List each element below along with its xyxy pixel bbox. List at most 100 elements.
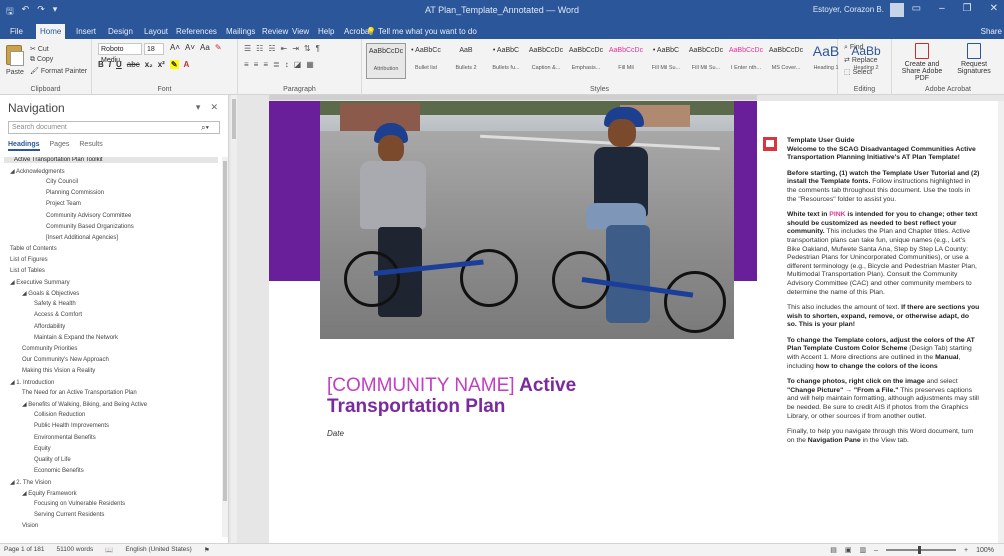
tab-layout[interactable]: Layout	[140, 24, 172, 39]
subscript-button[interactable]: x₂	[145, 60, 153, 69]
zoom-level[interactable]: 100%	[976, 547, 994, 554]
nav-heading-item[interactable]: Environmental Benefits	[34, 435, 96, 441]
font-name-field[interactable]: Roboto Mediu	[98, 43, 142, 64]
close-pane-icon[interactable]: ✕	[210, 102, 218, 113]
zoom-knob[interactable]	[918, 546, 921, 554]
style-item[interactable]: • AaBbCc Bullet list	[406, 43, 446, 79]
style-item[interactable]: AaBbCcDc Emphasis...	[566, 43, 606, 79]
accessibility-icon[interactable]: ⚑	[204, 546, 210, 554]
search-icon[interactable]: ⌕▾	[201, 122, 209, 134]
decrease-indent-icon[interactable]: ⇤	[281, 44, 288, 53]
nav-heading-item[interactable]: City Council	[46, 179, 78, 185]
search-document-input[interactable]: Search document ⌕▾	[8, 121, 220, 134]
comment-icon[interactable]	[763, 137, 777, 151]
page-count[interactable]: Page 1 of 181	[4, 546, 44, 554]
nav-heading-item[interactable]: Making this Vision a Reality	[22, 368, 95, 374]
restore-icon[interactable]: ❐	[963, 3, 972, 14]
tab-references[interactable]: References	[172, 24, 221, 39]
user-name[interactable]: Estoyer, Corazon B.	[813, 5, 884, 14]
increase-indent-icon[interactable]: ⇥	[292, 44, 299, 53]
nav-heading-item[interactable]: ◢ Benefits of Walking, Biking, and Being…	[22, 401, 147, 408]
ribbon-display-icon[interactable]: ▭	[912, 3, 921, 14]
shading-icon[interactable]: ◪	[294, 60, 302, 69]
paste-icon[interactable]	[6, 45, 24, 66]
nav-heading-item[interactable]: Community Advisory Committee	[46, 213, 131, 219]
nav-heading-item[interactable]: Focusing on Vulnerable Residents	[34, 501, 125, 507]
font-size-field[interactable]: 18	[144, 43, 164, 55]
clear-format-icon[interactable]: ✎	[215, 43, 222, 52]
nav-scrollbar[interactable]	[222, 157, 228, 537]
comment-body[interactable]: Template User Guide Welcome to the SCAG D…	[787, 137, 980, 452]
style-item[interactable]: AaBbCcDc Attribution	[366, 43, 406, 79]
nav-heading-item[interactable]: Active Transportation Plan Toolkit	[4, 157, 218, 163]
language[interactable]: English (United States)	[125, 546, 191, 554]
strikethrough-button[interactable]: abc	[127, 60, 140, 69]
nav-heading-item[interactable]: ◢ Equity Framework	[22, 490, 77, 497]
nav-heading-item[interactable]: Collision Reduction	[34, 412, 85, 418]
multilevel-icon[interactable]: ☵	[268, 44, 275, 53]
request-signatures-button[interactable]: Request Signatures	[950, 43, 998, 75]
style-item[interactable]: AaBbCcDc Fill Mil Su...	[686, 43, 726, 79]
find-button[interactable]: ⌕ Find	[844, 44, 864, 52]
style-item[interactable]: AaBbCcDc I Enter nth...	[726, 43, 766, 79]
zoom-in-icon[interactable]: +	[964, 547, 968, 554]
paste-button[interactable]: Paste	[6, 69, 24, 76]
close-icon[interactable]: ✕	[990, 3, 998, 14]
zoom-out-icon[interactable]: –	[874, 547, 878, 554]
nav-heading-item[interactable]: Vision	[22, 523, 38, 529]
bullets-icon[interactable]: ☰	[244, 44, 251, 53]
style-item[interactable]: AaBbCcDc Fill Mil	[606, 43, 646, 79]
cover-photo[interactable]	[320, 101, 734, 339]
tab-headings[interactable]: Headings	[8, 141, 40, 151]
nav-heading-item[interactable]: Project Team	[46, 201, 81, 207]
nav-heading-item[interactable]: The Need for an Active Transportation Pl…	[22, 390, 137, 396]
style-item[interactable]: • AaBbC Bullets fu...	[486, 43, 526, 79]
tab-help[interactable]: Help	[314, 24, 338, 39]
community-name-placeholder[interactable]: [COMMUNITY NAME]	[327, 375, 515, 396]
sort-icon[interactable]: ⇅	[304, 44, 311, 53]
bold-button[interactable]: B	[98, 60, 104, 69]
nav-heading-item[interactable]: Community Based Organizations	[46, 224, 134, 230]
tab-file[interactable]: File	[6, 24, 27, 39]
shrink-font-icon[interactable]: A˅	[185, 43, 195, 52]
tab-mailings[interactable]: Mailings	[222, 24, 259, 39]
nav-heading-item[interactable]: ◢ 1. Introduction	[10, 379, 54, 386]
tab-insert[interactable]: Insert	[72, 24, 100, 39]
nav-heading-item[interactable]: Quality of Life	[34, 457, 71, 463]
style-item[interactable]: AaBbCcDc Caption &...	[526, 43, 566, 79]
align-center-icon[interactable]: ≡	[254, 60, 259, 69]
style-item[interactable]: • AaBbC Fill Mil Su...	[646, 43, 686, 79]
nav-heading-item[interactable]: Maintain & Expand the Network	[34, 335, 118, 341]
numbering-icon[interactable]: ☷	[256, 44, 263, 53]
line-spacing-icon[interactable]: ↕	[285, 60, 289, 69]
nav-heading-item[interactable]: ◢ Executive Summary	[10, 279, 70, 286]
nav-scroll-thumb[interactable]	[223, 161, 227, 501]
nav-heading-item[interactable]: Safety & Health	[34, 301, 76, 307]
nav-heading-item[interactable]: List of Tables	[10, 268, 45, 274]
justify-icon[interactable]: ≣	[273, 60, 280, 69]
nav-heading-item[interactable]: Access & Comfort	[34, 312, 82, 318]
nav-heading-item[interactable]: Planning Commission	[46, 190, 104, 196]
nav-heading-item[interactable]: Serving Current Residents	[34, 512, 104, 518]
tab-design[interactable]: Design	[104, 24, 137, 39]
grow-font-icon[interactable]: A˄	[170, 43, 180, 52]
zoom-slider[interactable]	[886, 546, 956, 554]
align-right-icon[interactable]: ≡	[263, 60, 268, 69]
comments-scrollbar[interactable]	[998, 101, 1004, 543]
nav-heading-item[interactable]: Community Priorities	[22, 346, 77, 352]
select-button[interactable]: ⬚ Select	[844, 68, 872, 76]
nav-heading-item[interactable]: ◢ 2. The Vision	[10, 479, 51, 486]
nav-heading-item[interactable]: List of Figures	[10, 257, 48, 263]
avatar[interactable]	[890, 3, 904, 17]
tab-results[interactable]: Results	[79, 141, 102, 151]
nav-heading-item[interactable]: ◢ Goals & Objectives	[22, 290, 79, 297]
share-button[interactable]: Share	[981, 24, 1002, 39]
web-layout-icon[interactable]: ▥	[859, 546, 866, 554]
superscript-button[interactable]: x²	[158, 60, 165, 69]
underline-button[interactable]: U	[116, 60, 122, 69]
minimize-icon[interactable]: –	[939, 3, 945, 14]
replace-button[interactable]: ⇄ Replace	[844, 56, 878, 64]
align-left-icon[interactable]: ≡	[244, 60, 249, 69]
tab-home[interactable]: Home	[36, 24, 66, 39]
nav-heading-item[interactable]: Affordability	[34, 324, 65, 330]
